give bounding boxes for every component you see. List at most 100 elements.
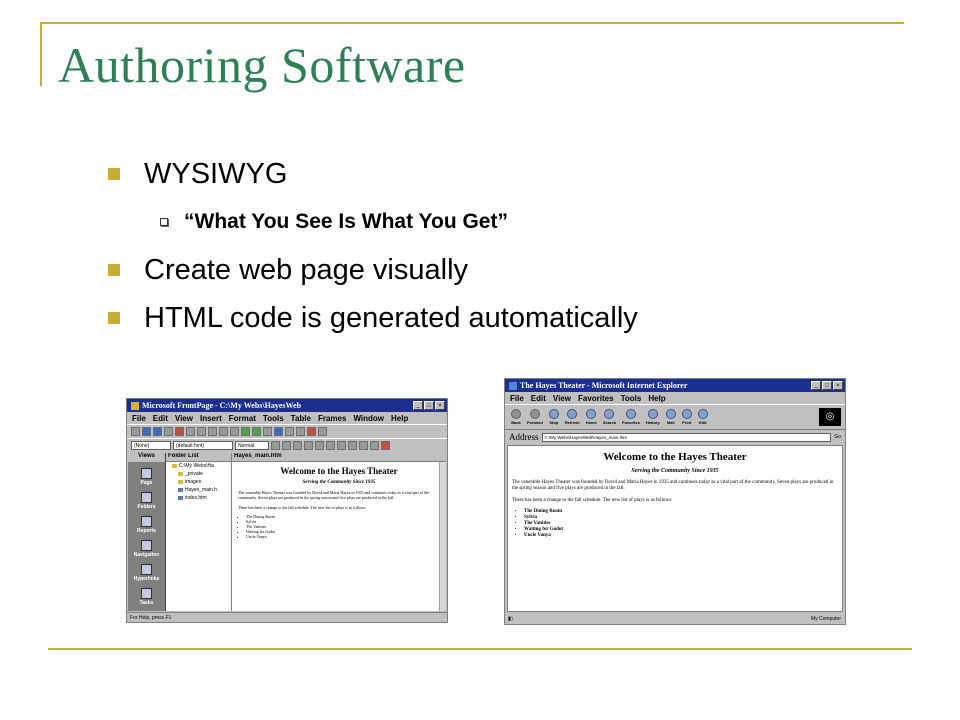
tree-item[interactable]: Hayes_main.h	[166, 486, 231, 494]
window-title: The Hayes Theater - Microsoft Internet E…	[520, 381, 688, 390]
bold-icon[interactable]	[271, 441, 280, 450]
print-button[interactable]: Print	[681, 409, 692, 425]
editor-tab[interactable]: Hayes_main.htm	[232, 453, 446, 462]
menu-edit[interactable]: Edit	[531, 394, 546, 403]
tree-item[interactable]: _private	[166, 470, 231, 478]
page-subheading: Serving the Community Since 1935	[302, 480, 376, 485]
view-navigation[interactable]: Navigation	[134, 540, 159, 558]
button-label: Refresh	[564, 420, 580, 425]
menu-tools[interactable]: Tools	[263, 414, 284, 423]
italic-icon[interactable]	[282, 441, 291, 450]
minimize-button[interactable]: _	[811, 381, 821, 390]
hyperlink-icon[interactable]	[285, 427, 294, 436]
view-reports[interactable]: Reports	[137, 516, 156, 534]
publish-icon[interactable]	[164, 427, 173, 436]
menu-insert[interactable]: Insert	[200, 414, 222, 423]
menu-help[interactable]: Help	[648, 394, 665, 403]
vertical-scrollbar[interactable]	[439, 462, 446, 611]
spelling-icon[interactable]	[197, 427, 206, 436]
close-button[interactable]: ×	[833, 381, 843, 390]
folders-view-icon	[141, 492, 152, 503]
open-icon[interactable]	[142, 427, 151, 436]
search-button[interactable]: Search	[603, 409, 616, 425]
image-icon[interactable]	[274, 427, 283, 436]
home-button[interactable]: Home	[586, 409, 597, 425]
new-page-icon[interactable]	[131, 427, 140, 436]
menu-window[interactable]: Window	[353, 414, 384, 423]
address-input[interactable]: C:\My Webs\HayesWeb\Hayes_main.htm	[541, 432, 832, 442]
list-item: Uncle Vanya	[246, 534, 446, 539]
bulleted-list-icon[interactable]	[348, 441, 357, 450]
forward-button[interactable]: Forward	[527, 409, 543, 425]
menu-favorites[interactable]: Favorites	[578, 394, 614, 403]
frontpage-menubar: File Edit View Insert Format Tools Table…	[127, 412, 447, 424]
address-bar: Address C:\My Webs\HayesWeb\Hayes_main.h…	[505, 430, 845, 444]
close-button[interactable]: ×	[435, 401, 445, 410]
folder-list-pane: Folder List C:\My Webs\Ha _private image…	[166, 453, 232, 611]
print-icon[interactable]	[175, 427, 184, 436]
view-page[interactable]: Page	[141, 468, 152, 486]
menu-help[interactable]: Help	[391, 414, 408, 423]
align-right-icon[interactable]	[326, 441, 335, 450]
redo-icon[interactable]	[252, 427, 261, 436]
page-paragraph: The venerable Hayes Theater was founded …	[512, 480, 834, 491]
align-center-icon[interactable]	[315, 441, 324, 450]
undo-icon[interactable]	[241, 427, 250, 436]
style-combo[interactable]: (None)	[131, 441, 171, 450]
outdent-icon[interactable]	[359, 441, 368, 450]
button-label: Stop	[549, 420, 559, 425]
menu-edit[interactable]: Edit	[153, 414, 168, 423]
refresh-button[interactable]: Refresh	[565, 409, 580, 425]
menu-view[interactable]: View	[553, 394, 571, 403]
menu-table[interactable]: Table	[291, 414, 311, 423]
view-tasks[interactable]: Tasks	[140, 588, 153, 606]
indent-icon[interactable]	[370, 441, 379, 450]
help-icon[interactable]	[318, 427, 327, 436]
preview-icon[interactable]	[186, 427, 195, 436]
menu-tools[interactable]: Tools	[621, 394, 642, 403]
menu-view[interactable]: View	[175, 414, 193, 423]
sub-bullet-definition: “What You See Is What You Get”	[108, 198, 638, 246]
tree-item[interactable]: index.htm	[166, 494, 231, 502]
menu-file[interactable]: File	[510, 394, 524, 403]
back-button[interactable]: Back	[511, 409, 521, 425]
refresh-icon[interactable]	[296, 427, 305, 436]
maximize-button[interactable]: □	[424, 401, 434, 410]
button-label: Search	[602, 420, 617, 425]
bullet-square-icon	[108, 168, 120, 180]
edit-button[interactable]: Edit	[697, 409, 708, 425]
view-hyperlinks[interactable]: Hyperlinks	[134, 564, 159, 582]
tree-label: C:\My Webs\Ha	[179, 463, 214, 469]
view-folders[interactable]: Folders	[137, 492, 156, 510]
mail-button[interactable]: Mail	[665, 409, 676, 425]
size-combo[interactable]: Normal	[235, 441, 269, 450]
stop-icon[interactable]	[307, 427, 316, 436]
underline-icon[interactable]	[293, 441, 302, 450]
favorites-button[interactable]: Favorites	[622, 409, 640, 425]
align-left-icon[interactable]	[304, 441, 313, 450]
menu-file[interactable]: File	[132, 414, 146, 423]
go-button[interactable]: Go	[834, 434, 845, 440]
tree-item[interactable]: C:\My Webs\Ha	[166, 462, 231, 470]
paste-icon[interactable]	[230, 427, 239, 436]
cut-icon[interactable]	[208, 427, 217, 436]
minimize-button[interactable]: _	[413, 401, 423, 410]
maximize-button[interactable]: □	[822, 381, 832, 390]
button-label: Home	[585, 420, 597, 425]
font-color-icon[interactable]	[381, 441, 390, 450]
view-label: Reports	[137, 528, 156, 534]
stop-button[interactable]: Stop	[548, 409, 559, 425]
menu-frames[interactable]: Frames	[318, 414, 346, 423]
numbered-list-icon[interactable]	[337, 441, 346, 450]
table-icon[interactable]	[263, 427, 272, 436]
slide-title: Authoring Software	[58, 37, 466, 93]
tree-item[interactable]: images	[166, 478, 231, 486]
ie-throbber-icon: ◎	[819, 408, 841, 426]
font-combo[interactable]: (default font)	[173, 441, 233, 450]
ie-content: Welcome to the Hayes Theater Serving the…	[507, 445, 843, 612]
save-icon[interactable]	[153, 427, 162, 436]
page-editor[interactable]: Hayes_main.htm Welcome to the Hayes Thea…	[232, 453, 446, 611]
history-button[interactable]: History	[646, 409, 660, 425]
menu-format[interactable]: Format	[229, 414, 256, 423]
copy-icon[interactable]	[219, 427, 228, 436]
